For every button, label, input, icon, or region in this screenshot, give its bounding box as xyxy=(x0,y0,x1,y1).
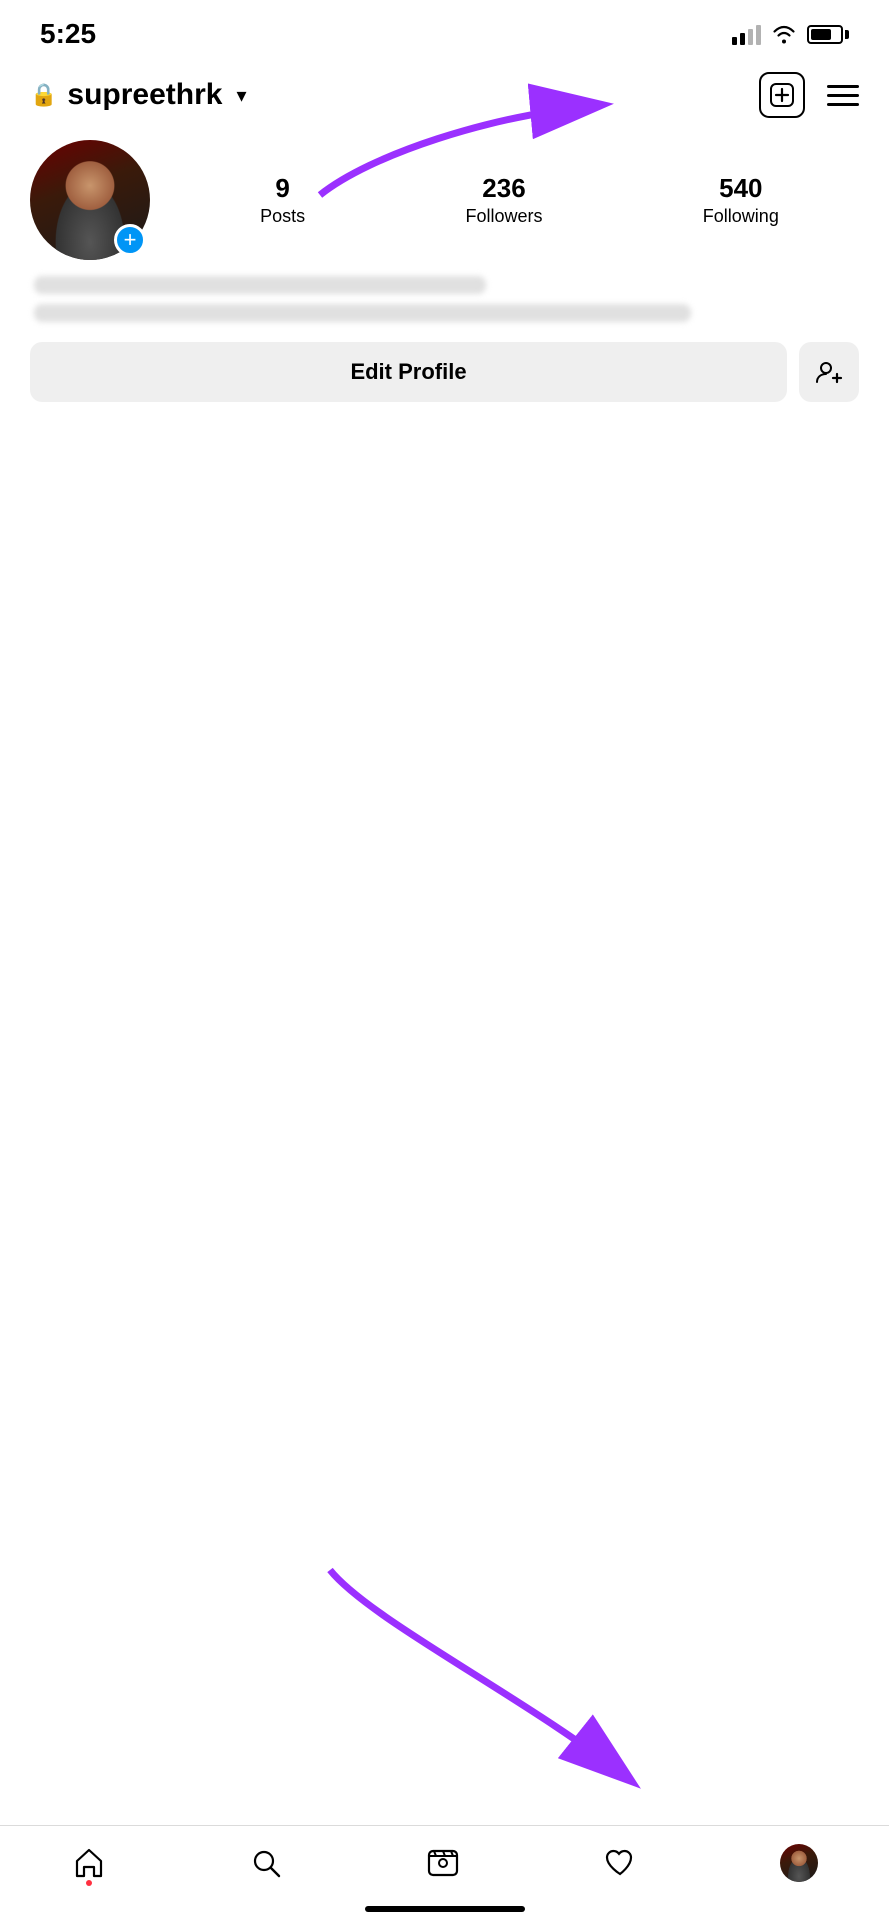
dropdown-arrow-icon[interactable]: ▾ xyxy=(236,83,246,108)
bio-section xyxy=(30,276,859,322)
annotation-arrow-bottom xyxy=(250,1540,700,1820)
hamburger-icon xyxy=(827,85,859,88)
nav-home[interactable] xyxy=(52,1838,126,1888)
profile-info-row: + 9 Posts 236 Followers 540 Following xyxy=(30,140,859,260)
nav-profile[interactable] xyxy=(760,1836,838,1890)
nav-items xyxy=(0,1836,889,1890)
header-left: 🔒 supreethrk ▾ xyxy=(30,78,247,112)
avatar-container: + xyxy=(30,140,150,260)
add-story-button[interactable]: + xyxy=(114,224,146,256)
following-label: Following xyxy=(703,206,779,227)
following-stat[interactable]: 540 Following xyxy=(703,173,779,227)
new-post-icon xyxy=(769,82,795,108)
followers-stat[interactable]: 236 Followers xyxy=(465,173,542,227)
home-indicator xyxy=(365,1906,525,1912)
followers-label: Followers xyxy=(465,206,542,227)
posts-stat[interactable]: 9 Posts xyxy=(260,173,305,227)
following-count: 540 xyxy=(719,173,762,204)
followers-count: 236 xyxy=(482,173,525,204)
reels-icon xyxy=(426,1846,460,1880)
nav-activity[interactable] xyxy=(583,1838,657,1888)
header: 🔒 supreethrk ▾ xyxy=(0,60,889,130)
status-bar: 5:25 xyxy=(0,0,889,60)
heart-icon xyxy=(603,1846,637,1880)
search-icon xyxy=(249,1846,283,1880)
add-friend-button[interactable] xyxy=(799,342,859,402)
username[interactable]: supreethrk xyxy=(67,78,222,112)
nav-profile-avatar xyxy=(780,1844,818,1882)
posts-label: Posts xyxy=(260,206,305,227)
nav-reels[interactable] xyxy=(406,1838,480,1888)
profile-section: + 9 Posts 236 Followers 540 Following Ed… xyxy=(0,130,889,422)
nav-search[interactable] xyxy=(229,1838,303,1888)
buttons-row: Edit Profile xyxy=(30,342,859,402)
posts-count: 9 xyxy=(275,173,289,204)
home-icon xyxy=(72,1846,106,1880)
bio-line-2 xyxy=(34,304,691,322)
signal-icon xyxy=(732,23,761,45)
lock-icon: 🔒 xyxy=(30,82,57,108)
wifi-icon xyxy=(771,24,797,44)
edit-profile-button[interactable]: Edit Profile xyxy=(30,342,787,402)
new-post-button[interactable] xyxy=(759,72,805,118)
battery-icon xyxy=(807,25,849,44)
home-notification-dot xyxy=(86,1880,92,1886)
stats-row: 9 Posts 236 Followers 540 Following xyxy=(180,173,859,227)
bio-line-1 xyxy=(34,276,486,294)
header-right xyxy=(759,72,859,118)
add-friend-icon xyxy=(815,360,843,384)
status-icons xyxy=(732,23,849,45)
status-time: 5:25 xyxy=(40,18,96,50)
menu-button[interactable] xyxy=(827,85,859,106)
